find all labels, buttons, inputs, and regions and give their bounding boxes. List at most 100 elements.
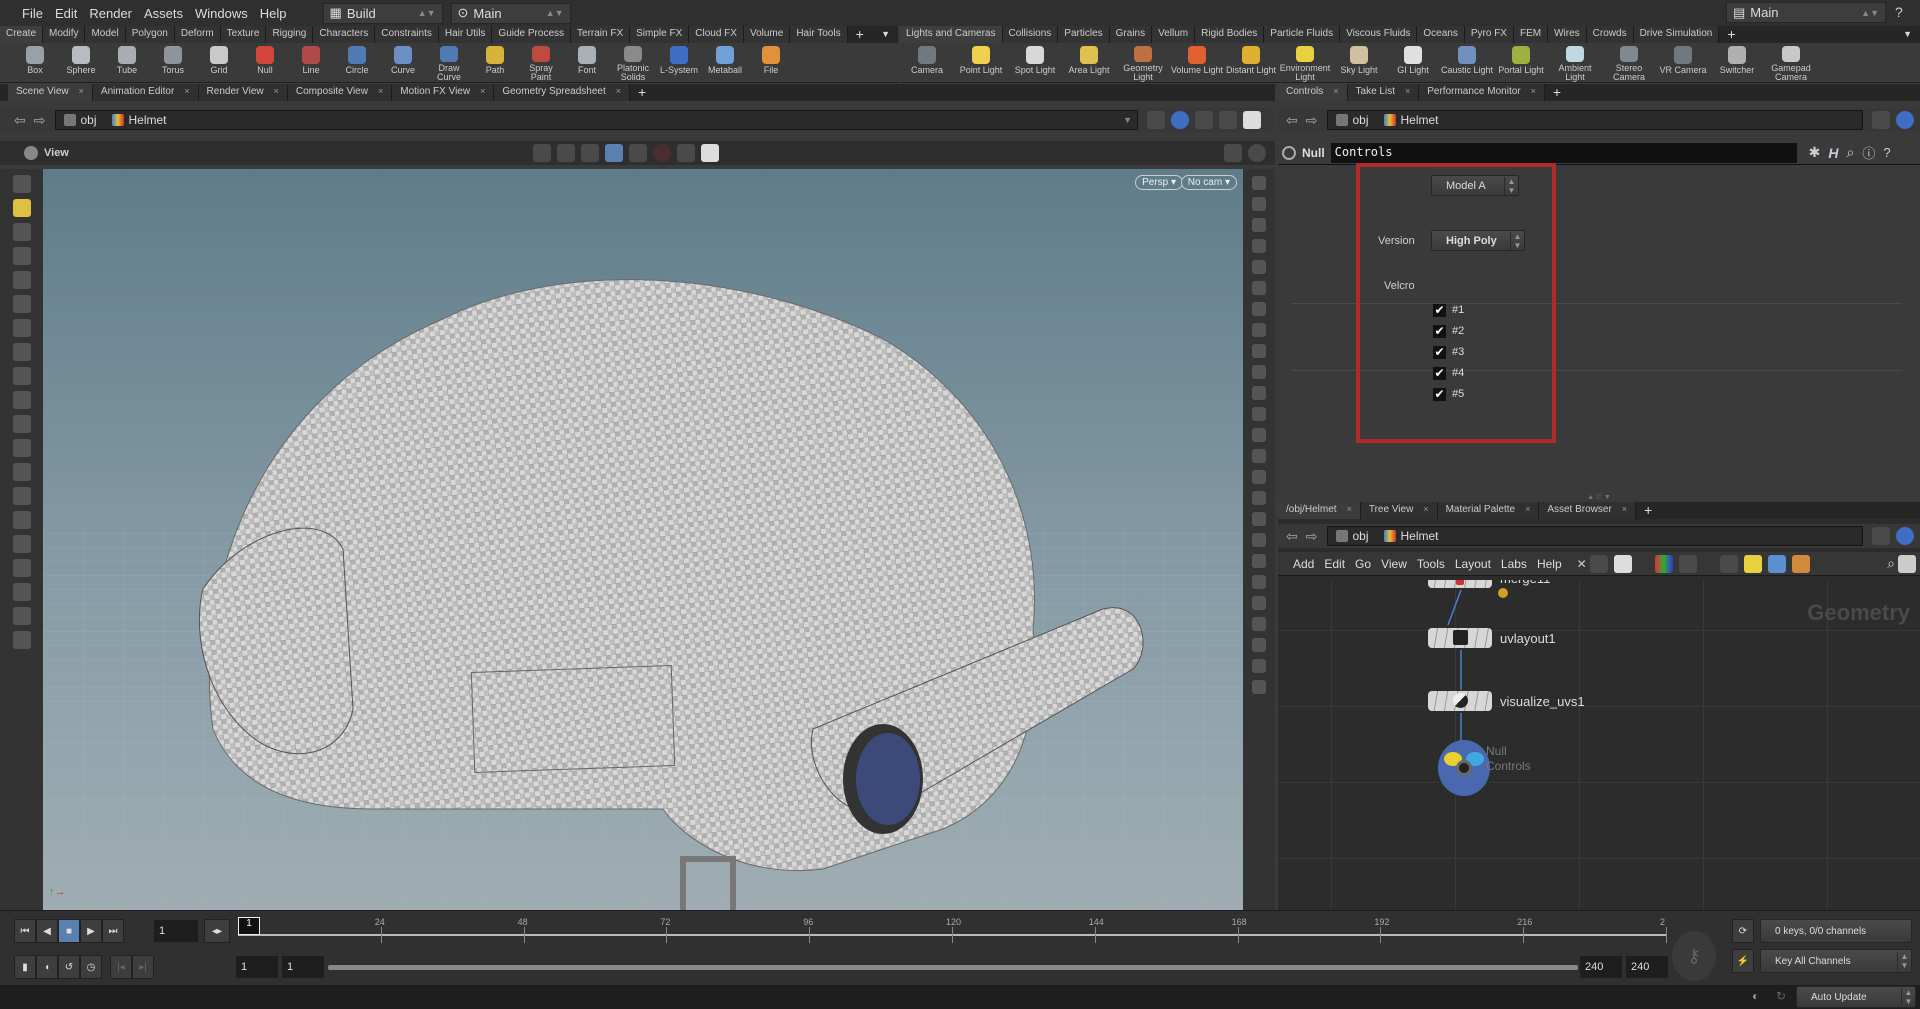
tab-geometry-spreadsheet[interactable]: Geometry Spreadsheet × (494, 84, 630, 101)
camera-view-icon[interactable] (1252, 470, 1266, 484)
help-view-icon[interactable] (1252, 680, 1266, 694)
grid-icon[interactable] (1678, 554, 1697, 573)
path-obj[interactable]: obj (56, 113, 104, 127)
tab-tree-view[interactable]: Tree View × (1360, 502, 1438, 519)
go-end-icon[interactable]: ⏭ (102, 919, 124, 943)
version-menu[interactable]: High Poly ▲ ▼ (1431, 230, 1525, 251)
close-tab-icon[interactable]: × (1405, 86, 1410, 96)
context-selector[interactable]: ⊙ Main ▲▼ (450, 2, 571, 24)
shelf-tab-terrain-fx[interactable]: Terrain FX (571, 26, 631, 43)
warning-icon[interactable] (1498, 588, 1508, 598)
view-tool-icon[interactable] (12, 415, 31, 433)
eye-icon[interactable] (1898, 554, 1916, 573)
render-flip-icon[interactable] (1252, 596, 1266, 610)
hud-icon[interactable] (1252, 512, 1266, 526)
shelf-tab-lights-and-cameras[interactable]: Lights and Cameras (900, 26, 1003, 43)
play-reverse-icon[interactable]: ◀ (36, 919, 58, 943)
layout-icon[interactable] (1243, 111, 1261, 129)
tool-environment-light[interactable]: Environment Light (1278, 43, 1332, 82)
list-icon[interactable] (1613, 554, 1632, 573)
forward-icon[interactable]: ⇨ (30, 112, 50, 129)
close-tab-icon[interactable]: × (1333, 86, 1338, 96)
shelf-tab-model[interactable]: Model (85, 26, 126, 43)
shading-icon[interactable] (1219, 111, 1237, 129)
shelf-tab-vellum[interactable]: Vellum (1152, 26, 1196, 43)
move-icon[interactable] (12, 199, 31, 217)
tab-asset-browser[interactable]: Asset Browser × (1539, 502, 1637, 519)
tab-animation-editor[interactable]: Animation Editor × (92, 84, 199, 101)
menu-windows[interactable]: Windows (189, 6, 254, 21)
shelf-tab-volume[interactable]: Volume (743, 26, 791, 43)
shelf-tab-wires[interactable]: Wires (1548, 26, 1587, 43)
uvs-icon[interactable] (1252, 365, 1266, 379)
wrench-icon[interactable]: ✕ (1577, 557, 1587, 571)
info-tool-icon[interactable] (1252, 533, 1266, 547)
shelf-tab-modify[interactable]: Modify (43, 26, 86, 43)
sculpt-icon[interactable] (12, 535, 31, 553)
tool-torus[interactable]: Torus (150, 43, 196, 82)
frame-all-icon[interactable] (1252, 197, 1266, 211)
velcro-checkbox-1[interactable]: ✔ #1 (1433, 300, 1464, 320)
tab-scene-view[interactable]: Scene View × (8, 84, 93, 101)
tab-render-view[interactable]: Render View × (198, 84, 288, 101)
close-tab-icon[interactable]: × (1347, 504, 1352, 514)
node-uvlayout1[interactable]: uvlayout1 (1428, 628, 1556, 648)
close-tab-icon[interactable]: × (378, 86, 383, 96)
display-icon[interactable] (12, 607, 31, 625)
link-icon[interactable] (1896, 527, 1914, 545)
select-icon[interactable] (12, 247, 31, 265)
velcro-checkbox-4[interactable]: ✔ #4 (1433, 363, 1464, 383)
ortho-icon[interactable] (1252, 449, 1266, 463)
tool-null[interactable]: Null (242, 43, 288, 82)
backface-icon[interactable] (1252, 302, 1266, 316)
path-obj-label[interactable]: obj (1352, 529, 1368, 543)
help-icon[interactable]: ? (1895, 4, 1903, 20)
node-body[interactable] (1428, 691, 1492, 711)
desktop-selector[interactable]: ▦ Build ▲▼ (322, 2, 443, 24)
info-icon[interactable]: ⓘ (1862, 143, 1875, 162)
realtime-icon[interactable]: ◷ (80, 955, 102, 979)
lock-icon[interactable] (12, 271, 31, 289)
lights-icon[interactable] (677, 144, 695, 162)
tool-distant-light[interactable]: Distant Light (1224, 43, 1278, 82)
render-region-icon[interactable] (12, 439, 31, 457)
tool-gamepad-camera[interactable]: Gamepad Camera (1764, 43, 1818, 82)
path-obj-label[interactable]: obj (1352, 113, 1368, 127)
network-menu-layout[interactable]: Layout (1450, 557, 1496, 571)
shaded-icon[interactable] (1252, 260, 1266, 274)
back-icon[interactable]: ⇦ (10, 112, 30, 129)
link-icon[interactable] (1896, 111, 1914, 129)
update-mode-menu[interactable]: Auto Update ▲ ▼ (1796, 986, 1916, 1008)
overlay-icon[interactable] (1252, 659, 1266, 673)
back-icon[interactable]: ⇦ (1282, 528, 1302, 545)
check-icon[interactable]: ✔ (1433, 324, 1446, 338)
tool-stereo-camera[interactable]: Stereo Camera (1602, 43, 1656, 82)
select-mode-icon[interactable] (557, 144, 575, 162)
shelf-tab-cloud-fx[interactable]: Cloud FX (689, 26, 744, 43)
tool-sky-light[interactable]: Sky Light (1332, 43, 1386, 82)
range-end-field[interactable]: 240 (1626, 956, 1668, 978)
shelf-tab-oceans[interactable]: Oceans (1417, 26, 1465, 43)
network-menu-help[interactable]: Help (1532, 557, 1567, 571)
viewport[interactable]: Persp ▾ No cam ▾ ↑→ (43, 169, 1243, 910)
playback-end-field[interactable]: 240 (1580, 956, 1622, 978)
tool-l-system[interactable]: L-System (656, 43, 702, 82)
menu-assets[interactable]: Assets (138, 6, 189, 21)
search-icon[interactable]: ⌕ (1887, 555, 1895, 572)
mask-icon[interactable] (1252, 638, 1266, 652)
wireframe-icon[interactable] (1252, 239, 1266, 253)
menu-file[interactable]: File (16, 6, 49, 21)
scale-icon[interactable] (12, 319, 31, 337)
settings-icon[interactable] (701, 144, 719, 162)
check-icon[interactable]: ✔ (1433, 303, 1446, 317)
tab-motion-fx-view[interactable]: Motion FX View × (392, 84, 495, 101)
back-icon[interactable]: ⇦ (1282, 112, 1302, 129)
forward-icon[interactable]: ⇨ (1302, 112, 1322, 129)
network-menu-view[interactable]: View (1376, 557, 1412, 571)
shelf-tab-particles[interactable]: Particles (1058, 26, 1110, 43)
tool-curve[interactable]: Curve (380, 43, 426, 82)
close-tab-icon[interactable]: × (1531, 86, 1536, 96)
node-name-field[interactable]: Controls (1330, 142, 1797, 163)
loop-icon[interactable]: ↺ (58, 955, 80, 979)
check-icon[interactable]: ✔ (1433, 387, 1446, 401)
